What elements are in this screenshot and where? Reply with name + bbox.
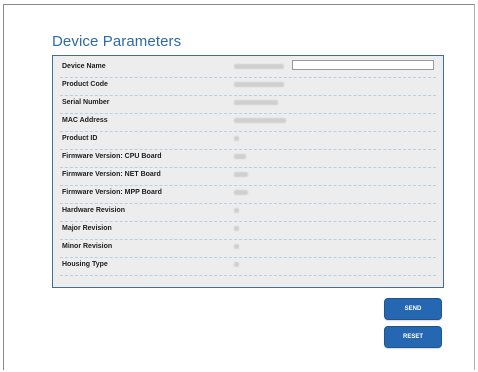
- param-value: [234, 190, 248, 195]
- param-row-device-name: Device Name: [60, 59, 436, 78]
- param-value: [234, 262, 239, 267]
- param-value-blurred: [234, 64, 284, 69]
- param-value: [234, 208, 239, 213]
- param-label: Product ID: [62, 135, 98, 142]
- param-label: Firmware Version: MPP Board: [62, 189, 162, 196]
- param-value: [234, 118, 286, 123]
- param-value: [234, 136, 239, 141]
- param-row-minor-revision: Minor Revision: [60, 239, 436, 258]
- param-label: Product Code: [62, 81, 108, 88]
- param-row-housing-type: Housing Type: [60, 257, 436, 276]
- param-value: [234, 154, 246, 159]
- param-row-product-id: Product ID: [60, 131, 436, 150]
- param-label: Firmware Version: NET Board: [62, 171, 161, 178]
- param-label: Device Name: [62, 63, 106, 70]
- param-row-hardware-revision: Hardware Revision: [60, 203, 436, 222]
- param-label: MAC Address: [62, 117, 108, 124]
- param-label: Minor Revision: [62, 243, 113, 250]
- device-name-input[interactable]: [292, 60, 434, 70]
- param-row-mac-address: MAC Address: [60, 113, 436, 132]
- param-row-product-code: Product Code: [60, 77, 436, 96]
- param-label: Serial Number: [62, 99, 110, 106]
- param-label: Firmware Version: CPU Board: [62, 153, 162, 160]
- param-value: [234, 244, 239, 249]
- send-button[interactable]: SEND: [384, 298, 442, 320]
- param-label: Housing Type: [62, 261, 108, 268]
- param-row-firmware-net: Firmware Version: NET Board: [60, 167, 436, 186]
- param-row-major-revision: Major Revision: [60, 221, 436, 240]
- param-row-firmware-mpp: Firmware Version: MPP Board: [60, 185, 436, 204]
- device-parameters-panel: Device Name Product Code Serial Number M…: [52, 55, 444, 288]
- param-row-serial-number: Serial Number: [60, 95, 436, 114]
- param-value: [234, 100, 278, 105]
- reset-button[interactable]: RESET: [384, 326, 442, 348]
- page-title: Device Parameters: [52, 33, 182, 50]
- param-label: Hardware Revision: [62, 207, 126, 214]
- param-row-firmware-cpu: Firmware Version: CPU Board: [60, 149, 436, 168]
- param-label: Major Revision: [62, 225, 112, 232]
- param-value: [234, 172, 248, 177]
- param-value: [234, 82, 284, 87]
- param-value: [234, 226, 239, 231]
